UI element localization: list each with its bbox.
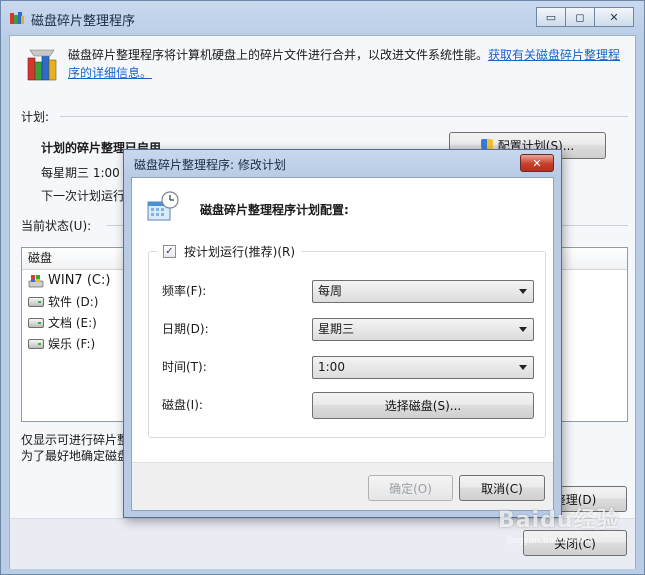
disk-label: 磁盘(I):	[162, 398, 203, 412]
calendar-clock-icon	[147, 191, 179, 221]
disk-label: 文档 (E:)	[48, 316, 97, 330]
minimize-button[interactable]: ▭	[536, 7, 566, 27]
dialog-client-area: 磁盘碎片整理程序计划配置: ✓ 按计划运行(推荐)(R) 频率(F): 每周 日…	[131, 177, 554, 511]
defrag-large-icon	[27, 49, 57, 81]
frequency-label: 频率(F):	[162, 284, 207, 298]
dialog-footer: 确定(O) 取消(C)	[132, 462, 553, 510]
window-title: 磁盘碎片整理程序	[31, 14, 136, 29]
frequency-select[interactable]: 每周	[312, 280, 534, 303]
close-window-button[interactable]: ✕	[594, 7, 634, 27]
chevron-down-icon	[519, 327, 527, 332]
disk-label: WIN7 (C:)	[48, 273, 111, 288]
baidu-watermark-url: jingyan.baidu.com	[507, 536, 591, 546]
schedule-time: 每星期三 1:00	[41, 166, 120, 180]
defrag-app-icon	[10, 12, 24, 24]
dialog-title: 磁盘碎片整理程序: 修改计划	[134, 158, 286, 172]
time-label: 时间(T):	[162, 360, 207, 374]
time-select[interactable]: 1:00	[312, 356, 534, 379]
dialog-close-button[interactable]: ✕	[520, 154, 554, 172]
run-on-schedule-checkbox[interactable]: ✓	[163, 245, 176, 258]
dialog-heading: 磁盘碎片整理程序计划配置:	[200, 203, 349, 217]
disk-label: 软件 (D:)	[48, 295, 99, 309]
disk-label: 娱乐 (F:)	[48, 337, 96, 351]
schedule-section-label: 计划:	[21, 110, 50, 124]
main-titlebar[interactable]: 磁盘碎片整理程序 ▭ ◻ ✕	[1, 1, 644, 35]
chevron-down-icon	[519, 365, 527, 370]
note-line-2: 为了最好地确定磁盘	[21, 449, 130, 463]
note-line-1: 仅显示可进行碎片整	[21, 433, 130, 447]
description-text: 磁盘碎片整理程序将计算机硬盘上的碎片文件进行合并，以改进文件系统性能。获取有关磁…	[68, 46, 628, 82]
next-run-label: 下一次计划运行	[41, 189, 126, 203]
run-on-schedule-label: 按计划运行(推荐)(R)	[184, 245, 296, 259]
select-disks-button[interactable]: 选择磁盘(S)...	[312, 392, 534, 419]
current-status-label: 当前状态(U):	[21, 219, 92, 233]
time-value: 1:00	[318, 360, 345, 374]
chevron-down-icon	[519, 289, 527, 294]
day-value: 星期三	[318, 322, 355, 336]
day-label: 日期(D):	[162, 322, 209, 336]
schedule-groupbox: ✓ 按计划运行(推荐)(R) 频率(F): 每周 日期(D): 星期三 时间(T…	[148, 243, 546, 438]
system-drive-icon	[28, 274, 44, 287]
modify-schedule-dialog: 磁盘碎片整理程序: 修改计划 ✕ 磁盘碎片整理程序计划配置: ✓ 按计划运行(推…	[123, 149, 562, 518]
drive-icon	[28, 338, 44, 349]
ok-button[interactable]: 确定(O)	[368, 475, 453, 501]
window-controls: ▭ ◻ ✕	[536, 7, 634, 27]
schedule-divider	[60, 116, 628, 117]
drive-icon	[28, 296, 44, 307]
drive-icon	[28, 317, 44, 328]
description: 磁盘碎片整理程序将计算机硬盘上的碎片文件进行合并，以改进文件系统性能。	[68, 48, 489, 62]
run-on-schedule-checkbox-row[interactable]: ✓ 按计划运行(推荐)(R)	[157, 243, 302, 260]
maximize-button[interactable]: ◻	[565, 7, 595, 27]
frequency-value: 每周	[318, 284, 343, 298]
day-select[interactable]: 星期三	[312, 318, 534, 341]
cancel-button[interactable]: 取消(C)	[459, 475, 545, 501]
baidu-watermark: Baidu经验	[498, 508, 620, 533]
